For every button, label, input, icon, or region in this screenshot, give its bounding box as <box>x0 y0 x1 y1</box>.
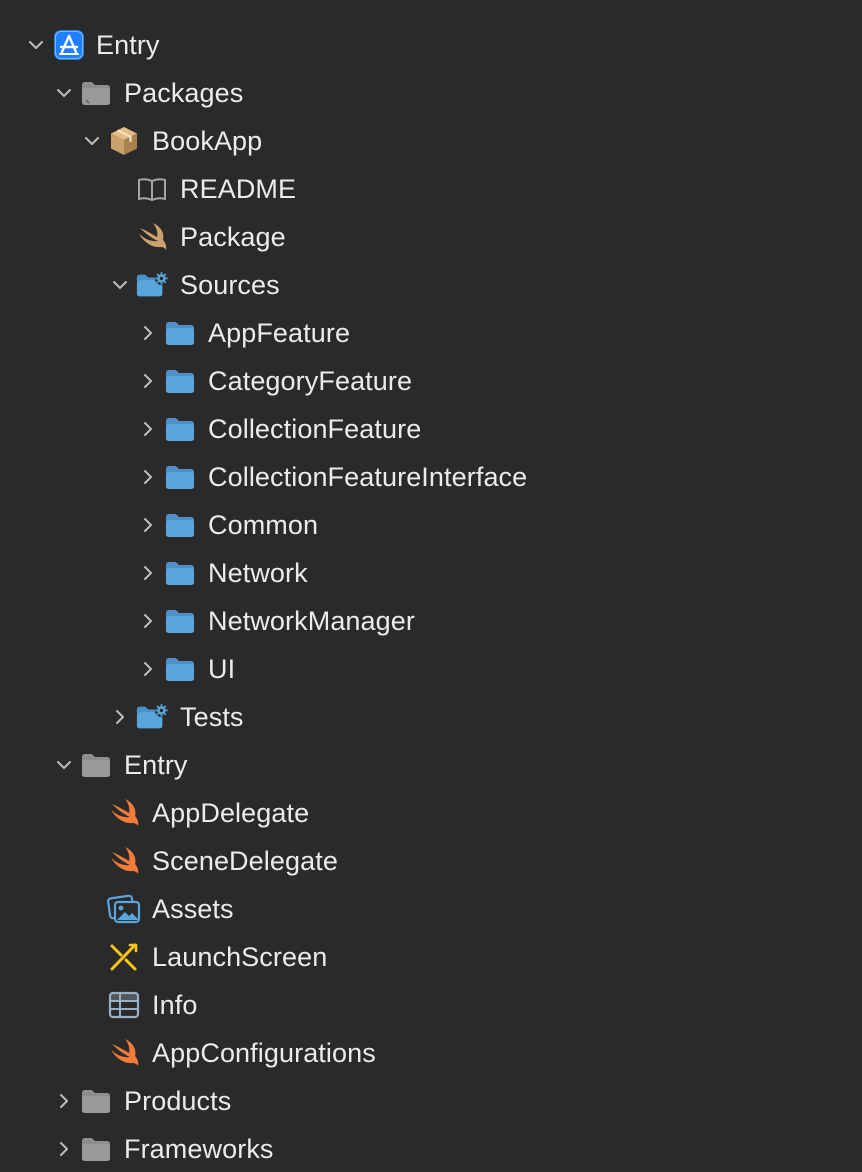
plist-table-icon <box>107 989 141 1021</box>
tree-row-label: Frameworks <box>124 1134 274 1164</box>
chevron-right-icon[interactable] <box>138 515 158 535</box>
tree-row-entry-file[interactable]: AppDelegate <box>0 789 862 837</box>
tree-row-label: BookApp <box>152 126 263 156</box>
tree-row-label: NetworkManager <box>208 606 415 636</box>
swift-icon <box>107 797 141 829</box>
folder-gear-icon <box>135 269 169 301</box>
tree-row-sources[interactable]: Sources <box>0 261 862 309</box>
chevron-right-icon[interactable] <box>110 707 130 727</box>
chevron-right-icon[interactable] <box>138 563 158 583</box>
tree-row-label: CategoryFeature <box>208 366 413 396</box>
tree-row-label: Common <box>208 510 319 540</box>
chevron-right-icon[interactable] <box>138 467 158 487</box>
storyboard-icon <box>107 941 141 973</box>
tree-row-label: Network <box>208 558 308 588</box>
tree-row-frameworks[interactable]: Frameworks <box>0 1125 862 1172</box>
asset-catalog-icon <box>107 893 141 925</box>
folder-icon <box>163 557 197 589</box>
tree-row-label: Packages <box>124 78 244 108</box>
tree-row-label: Tests <box>180 702 244 732</box>
tree-row-label: CollectionFeature <box>208 414 422 444</box>
tree-row-entry-file[interactable]: Assets <box>0 885 862 933</box>
tree-row-package-manifest[interactable]: Package <box>0 213 862 261</box>
group-folder-icon <box>79 749 113 781</box>
folder-icon <box>163 413 197 445</box>
chevron-down-icon[interactable] <box>110 275 130 295</box>
book-icon <box>135 173 169 205</box>
folder-icon <box>163 509 197 541</box>
tree-row-products[interactable]: Products <box>0 1077 862 1125</box>
tree-row-label: CollectionFeatureInterface <box>208 462 528 492</box>
tree-row-entry-group[interactable]: Entry <box>0 741 862 789</box>
chevron-down-icon[interactable] <box>82 131 102 151</box>
tree-row-source-folder[interactable]: NetworkManager <box>0 597 862 645</box>
chevron-right-icon[interactable] <box>54 1139 74 1159</box>
tree-row-label: README <box>180 174 297 204</box>
tree-row-source-folder[interactable]: CollectionFeature <box>0 405 862 453</box>
folder-icon <box>163 365 197 397</box>
group-folder-icon <box>79 77 113 109</box>
tree-row-source-folder[interactable]: UI <box>0 645 862 693</box>
folder-gear-icon <box>135 701 169 733</box>
tree-row-tests[interactable]: Tests <box>0 693 862 741</box>
tree-row-bookapp[interactable]: BookApp <box>0 117 862 165</box>
tree-row-source-folder[interactable]: CollectionFeatureInterface <box>0 453 862 501</box>
chevron-right-icon[interactable] <box>138 371 158 391</box>
tree-row-label: Sources <box>180 270 280 300</box>
folder-icon <box>163 605 197 637</box>
tree-row-entry-project[interactable]: Entry <box>0 21 862 69</box>
tree-row-entry-file[interactable]: LaunchScreen <box>0 933 862 981</box>
tree-row-source-folder[interactable]: CategoryFeature <box>0 357 862 405</box>
chevron-right-icon[interactable] <box>138 419 158 439</box>
tree-row-entry-file[interactable]: SceneDelegate <box>0 837 862 885</box>
tree-row-entry-file[interactable]: AppConfigurations <box>0 1029 862 1077</box>
folder-icon <box>163 653 197 685</box>
tree-row-label: AppFeature <box>208 318 351 348</box>
folder-icon <box>163 461 197 493</box>
tree-row-source-folder[interactable]: Common <box>0 501 862 549</box>
chevron-down-icon[interactable] <box>54 83 74 103</box>
chevron-right-icon[interactable] <box>138 323 158 343</box>
group-folder-icon <box>79 1133 113 1165</box>
chevron-down-icon[interactable] <box>26 35 46 55</box>
tree-row-source-folder[interactable]: Network <box>0 549 862 597</box>
tree-row-label: Entry <box>96 30 160 60</box>
group-folder-icon <box>79 1085 113 1117</box>
tree-row-readme[interactable]: README <box>0 165 862 213</box>
tree-row-label: AppDelegate <box>152 798 310 828</box>
swift-icon <box>107 1037 141 1069</box>
chevron-right-icon[interactable] <box>138 659 158 679</box>
tree-row-source-folder[interactable]: AppFeature <box>0 309 862 357</box>
tree-row-label: AppConfigurations <box>152 1038 376 1068</box>
chevron-right-icon[interactable] <box>138 611 158 631</box>
chevron-right-icon[interactable] <box>54 1091 74 1111</box>
tree-row-label: UI <box>208 654 236 684</box>
tree-row-label: Entry <box>124 750 188 780</box>
tree-row-label: Package <box>180 222 286 252</box>
tree-row-label: Products <box>124 1086 232 1116</box>
folder-icon <box>163 317 197 349</box>
tree-row-packages[interactable]: Packages <box>0 69 862 117</box>
swift-icon <box>135 221 169 253</box>
tree-row-label: Assets <box>152 894 234 924</box>
xcode-project-icon <box>52 29 86 61</box>
tree-row-label: Info <box>152 990 198 1020</box>
tree-row-label: LaunchScreen <box>152 942 328 972</box>
package-box-icon <box>107 125 141 157</box>
swift-icon <box>107 845 141 877</box>
tree-row-label: SceneDelegate <box>152 846 338 876</box>
chevron-down-icon[interactable] <box>54 755 74 775</box>
tree-row-entry-file[interactable]: Info <box>0 981 862 1029</box>
project-navigator: Entry Packages BookApp README Package So… <box>0 0 862 1172</box>
